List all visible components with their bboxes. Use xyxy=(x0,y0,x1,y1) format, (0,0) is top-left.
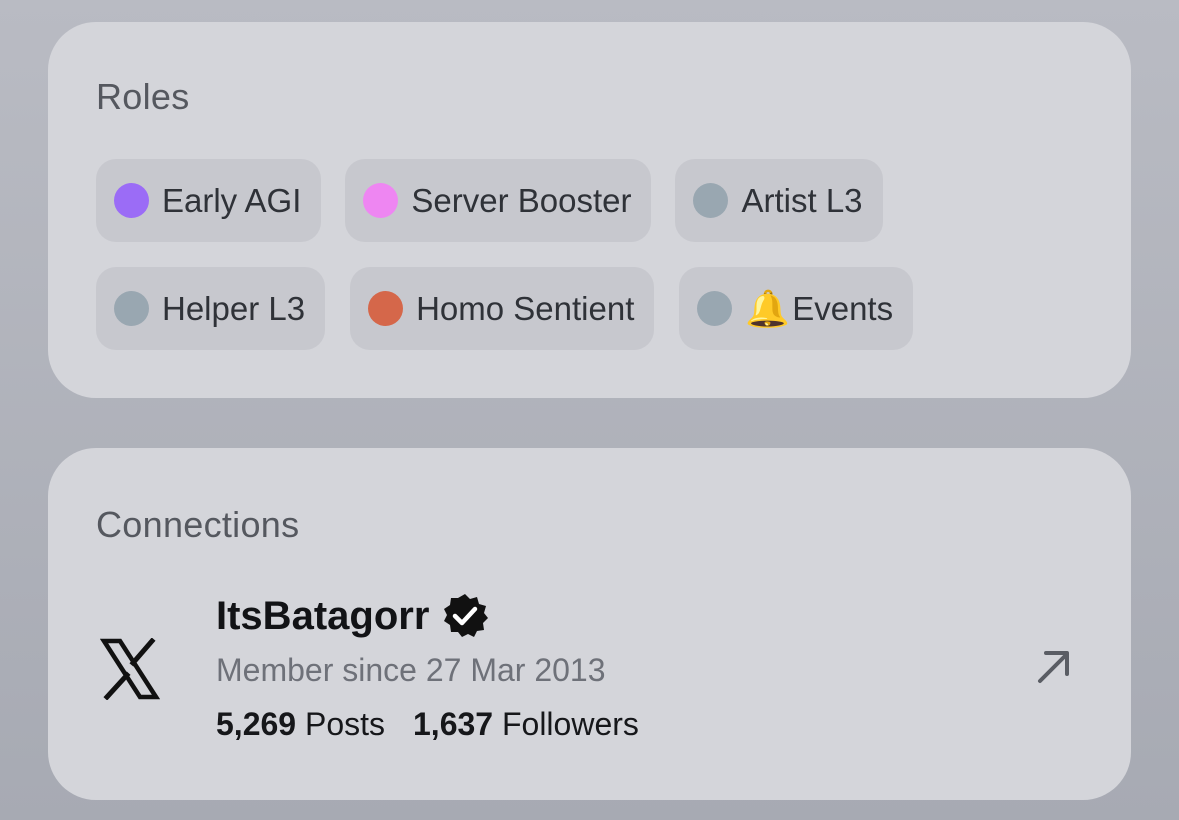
role-pill-server-booster[interactable]: Server Booster xyxy=(345,159,652,242)
followers-count: 1,637 xyxy=(413,706,494,742)
member-since-text: Member since 27 Mar 2013 xyxy=(216,652,606,688)
role-label: Server Booster xyxy=(411,181,632,219)
connection-name-row[interactable]: ItsBatagorr xyxy=(216,592,489,640)
posts-count: 5,269 xyxy=(216,706,297,742)
role-pill-events[interactable]: 🔔 Events xyxy=(679,267,914,350)
x-logo-icon xyxy=(100,638,160,700)
arrow-up-right-icon[interactable] xyxy=(1032,644,1076,688)
role-pill-artist-l3[interactable]: Artist L3 xyxy=(675,159,883,242)
posts-label: Posts xyxy=(304,706,385,742)
connections-card: Connections ItsBatagorr Member since 27 … xyxy=(48,448,1131,800)
role-color-dot xyxy=(363,183,399,218)
role-pill-early-agi[interactable]: Early AGI xyxy=(96,159,322,242)
verified-badge-icon xyxy=(444,594,489,637)
role-label: Events xyxy=(792,289,894,327)
role-pill-helper-l3[interactable]: Helper L3 xyxy=(96,267,326,350)
bell-icon: 🔔 xyxy=(745,287,791,329)
role-color-dot xyxy=(368,291,404,326)
role-label: Early AGI xyxy=(162,181,302,219)
role-color-dot xyxy=(114,183,149,218)
roles-row: Early AGI Server Booster Artist L3 xyxy=(96,159,883,242)
connections-title: Connections xyxy=(96,504,300,545)
roles-row: Helper L3 Homo Sentient 🔔 Events xyxy=(96,267,914,350)
role-color-dot xyxy=(697,291,733,326)
role-label: Homo Sentient xyxy=(416,289,635,327)
role-label: Helper L3 xyxy=(162,289,306,327)
roles-title: Roles xyxy=(96,76,190,117)
connection-stats: 5,269 Posts 1,637 Followers xyxy=(216,706,639,743)
role-color-dot xyxy=(693,183,729,218)
roles-card: Roles Early AGI Server Booster Artist L3… xyxy=(48,22,1131,398)
connection-username[interactable]: ItsBatagorr xyxy=(216,594,429,639)
role-color-dot xyxy=(114,291,149,326)
role-pill-homo-sentient[interactable]: Homo Sentient xyxy=(350,267,655,350)
role-label: Artist L3 xyxy=(741,181,863,219)
followers-label: Followers xyxy=(501,706,639,742)
